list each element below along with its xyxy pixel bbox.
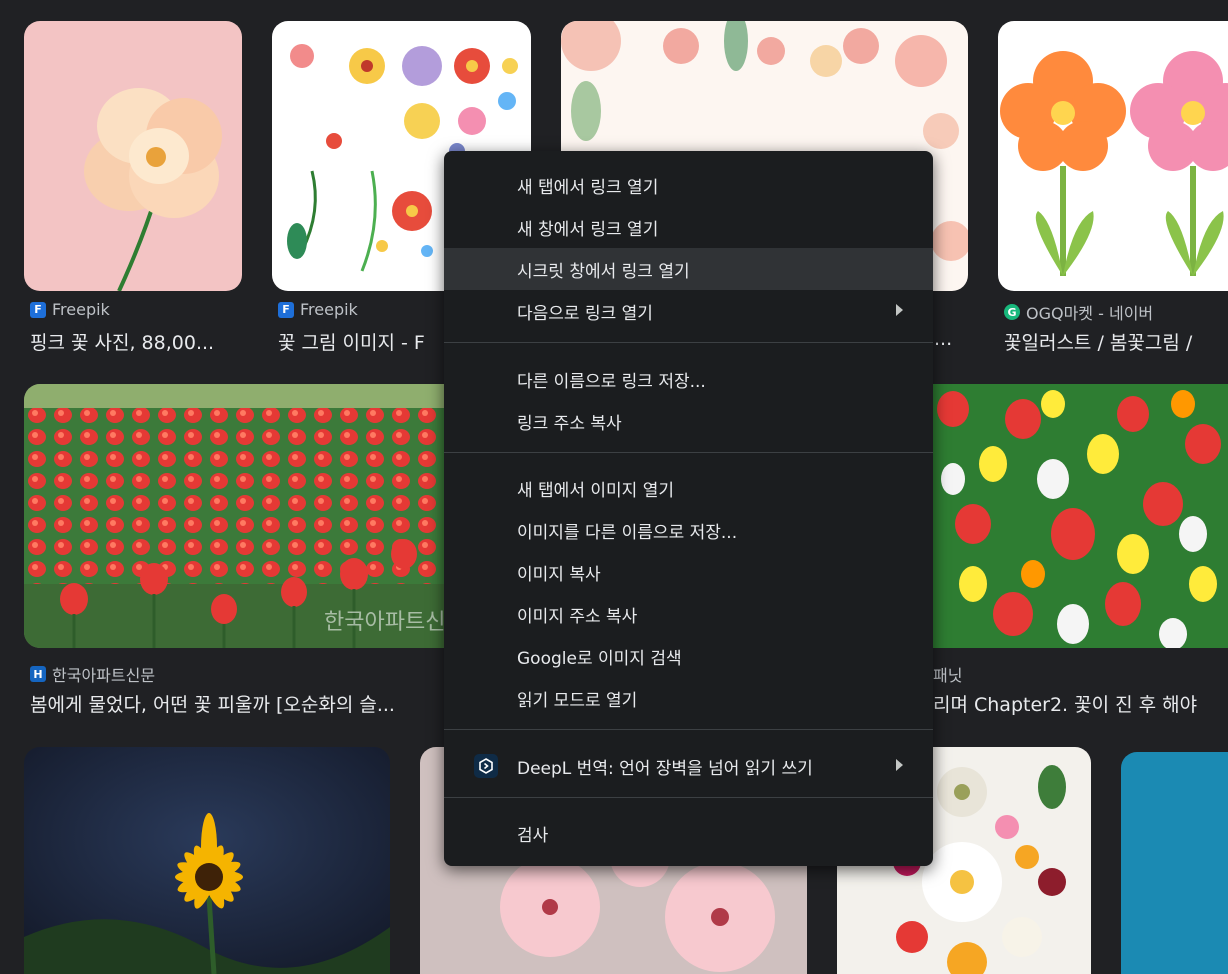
menu-separator (444, 342, 933, 343)
menu-item-label: 링크 주소 복사 (517, 413, 622, 434)
h-icon: H (30, 666, 46, 682)
cartoon-flowers (998, 21, 1228, 291)
result-source-label: Freepik (300, 300, 358, 319)
menu-item-label: 읽기 모드로 열기 (517, 690, 638, 711)
result-title[interactable]: 꽃 그림 이미지 - F (278, 328, 444, 355)
result-title[interactable]: 봄에게 물었다, 어떤 꽃 피울까 [오순화의 슬... (30, 690, 444, 717)
menu-item-copy-image[interactable]: 이미지 복사 (444, 551, 933, 593)
result-source-label: Freepik (52, 300, 110, 319)
mixed-tulips-photo (933, 384, 1228, 648)
result-source-label: 패닛 (933, 666, 963, 685)
menu-item-label: 이미지를 다른 이름으로 저장... (517, 522, 738, 543)
black-eyed-susan-photo (24, 747, 390, 974)
menu-item-copy-link-address[interactable]: 링크 주소 복사 (444, 400, 933, 442)
result-title[interactable]: 리며 Chapter2. 꽃이 진 후 해야 (933, 690, 1228, 717)
result-source[interactable]: H 한국아파트신문 (30, 662, 155, 686)
menu-item-label: 다른 이름으로 링크 저장... (517, 371, 706, 392)
menu-item-label: 이미지 복사 (517, 564, 601, 585)
deepl-icon (474, 754, 498, 778)
menu-item-label: 이미지 주소 복사 (517, 606, 638, 627)
result-image-pink-flower[interactable] (24, 21, 242, 291)
menu-item-open-reading-mode[interactable]: 읽기 모드로 열기 (444, 677, 933, 719)
menu-item-save-link-as[interactable]: 다른 이름으로 링크 저장... (444, 358, 933, 400)
menu-item-label: 새 탭에서 링크 열기 (517, 177, 659, 198)
menu-separator (444, 452, 933, 453)
red-tulip-field: 한국아파트신 (24, 384, 454, 648)
result-title[interactable]: 핑크 꽃 사진, 88,00... (30, 328, 250, 355)
menu-item-label: 다음으로 링크 열기 (517, 303, 653, 324)
menu-item-label: 검사 (517, 825, 549, 846)
menu-item-open-link-incognito[interactable]: 시크릿 창에서 링크 열기 (444, 248, 933, 290)
menu-item-label: Google로 이미지 검색 (517, 648, 682, 669)
result-image-flower-cartoon[interactable] (998, 21, 1228, 291)
menu-item-open-link-new-window[interactable]: 새 창에서 링크 열기 (444, 206, 933, 248)
result-title[interactable]: ... (934, 328, 968, 350)
freepik-icon: F (30, 301, 46, 318)
context-menu: 새 탭에서 링크 열기 새 창에서 링크 열기 시크릿 창에서 링크 열기 다음… (444, 151, 933, 866)
menu-item-inspect[interactable]: 검사 (444, 812, 933, 854)
menu-item-label: 새 창에서 링크 열기 (517, 219, 659, 240)
menu-item-copy-image-address[interactable]: 이미지 주소 복사 (444, 593, 933, 635)
result-source-label: OGQ마켓 - 네이버 (1026, 304, 1154, 323)
submenu-arrow-icon (896, 759, 903, 771)
menu-item-deepl-translate[interactable]: DeepL 번역: 언어 장벽을 넘어 읽기 쓰기 (444, 745, 933, 787)
menu-item-open-link-new-tab[interactable]: 새 탭에서 링크 열기 (444, 164, 933, 206)
menu-separator (444, 729, 933, 730)
result-image-mixed-tulips[interactable] (933, 384, 1228, 648)
result-source[interactable]: 패닛 (933, 662, 962, 686)
result-title[interactable]: 꽃일러스트 / 봄꽃그림 / (1004, 328, 1228, 355)
menu-item-open-link-as[interactable]: 다음으로 링크 열기 (444, 290, 933, 332)
menu-item-search-image-google[interactable]: Google로 이미지 검색 (444, 635, 933, 677)
ogq-icon: G (1004, 304, 1020, 320)
freepik-icon: F (278, 301, 294, 318)
menu-item-label: 시크릿 창에서 링크 열기 (517, 261, 690, 282)
result-source-label: 한국아파트신문 (52, 666, 156, 685)
submenu-arrow-icon (896, 304, 903, 316)
result-image-teal[interactable] (1121, 752, 1228, 974)
result-image-sunflower[interactable] (24, 747, 390, 974)
menu-item-label: 새 탭에서 이미지 열기 (517, 480, 674, 501)
pink-flower-photo (24, 21, 242, 291)
result-image-tulip-field[interactable]: 한국아파트신 (24, 384, 454, 648)
result-source[interactable]: F Freepik (278, 300, 358, 319)
menu-item-label: DeepL 번역: 언어 장벽을 넘어 읽기 쓰기 (517, 758, 813, 779)
watermark-text: 한국아파트신 (324, 610, 445, 635)
result-source[interactable]: G OGQ마켓 - 네이버 (1004, 300, 1153, 324)
result-source[interactable]: F Freepik (30, 300, 110, 319)
menu-separator (444, 797, 933, 798)
menu-item-save-image-as[interactable]: 이미지를 다른 이름으로 저장... (444, 509, 933, 551)
teal-background-image (1121, 752, 1228, 974)
menu-item-open-image-new-tab[interactable]: 새 탭에서 이미지 열기 (444, 467, 933, 509)
